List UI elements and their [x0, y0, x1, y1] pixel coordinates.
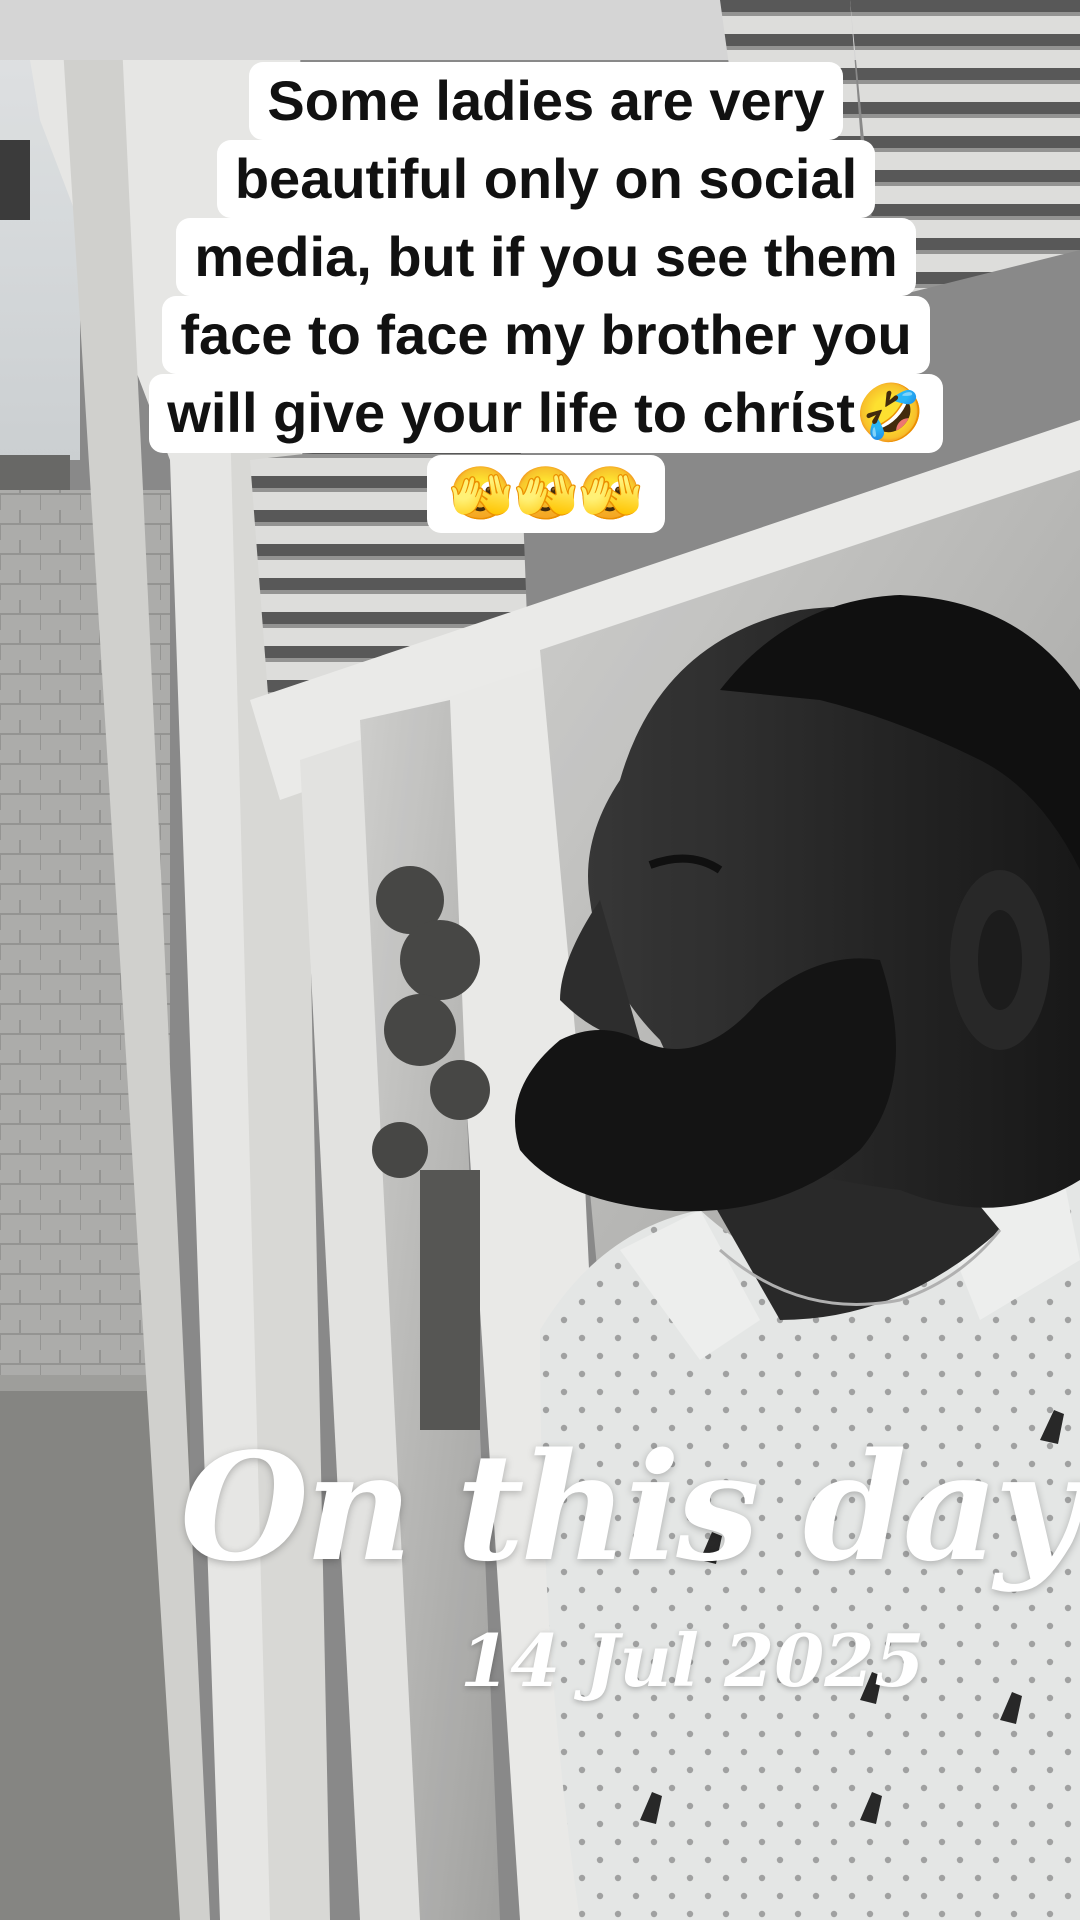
caption-sticker: Some ladies are very beautiful only on s… — [108, 62, 984, 533]
caption-line-1: Some ladies are very — [249, 62, 843, 140]
memory-date: 14 Jul 2025 — [460, 1618, 925, 1703]
caption-line-4: face to face my brother you — [162, 296, 930, 374]
on-this-day-title: On this day — [180, 1420, 1080, 1594]
peeking-eye-emoji-row: 🫣🫣🫣 — [426, 455, 666, 533]
rolling-laughing-emoji-icon: 🤣 — [854, 381, 925, 446]
caption-line-3: media, but if you see them — [176, 218, 916, 296]
caption-line-5-wrapper: will give your life to chrίst🤣 — [149, 374, 943, 453]
caption-line-2: beautiful only on social — [216, 140, 876, 218]
caption-line-5: will give your life to chrίst — [167, 381, 855, 444]
